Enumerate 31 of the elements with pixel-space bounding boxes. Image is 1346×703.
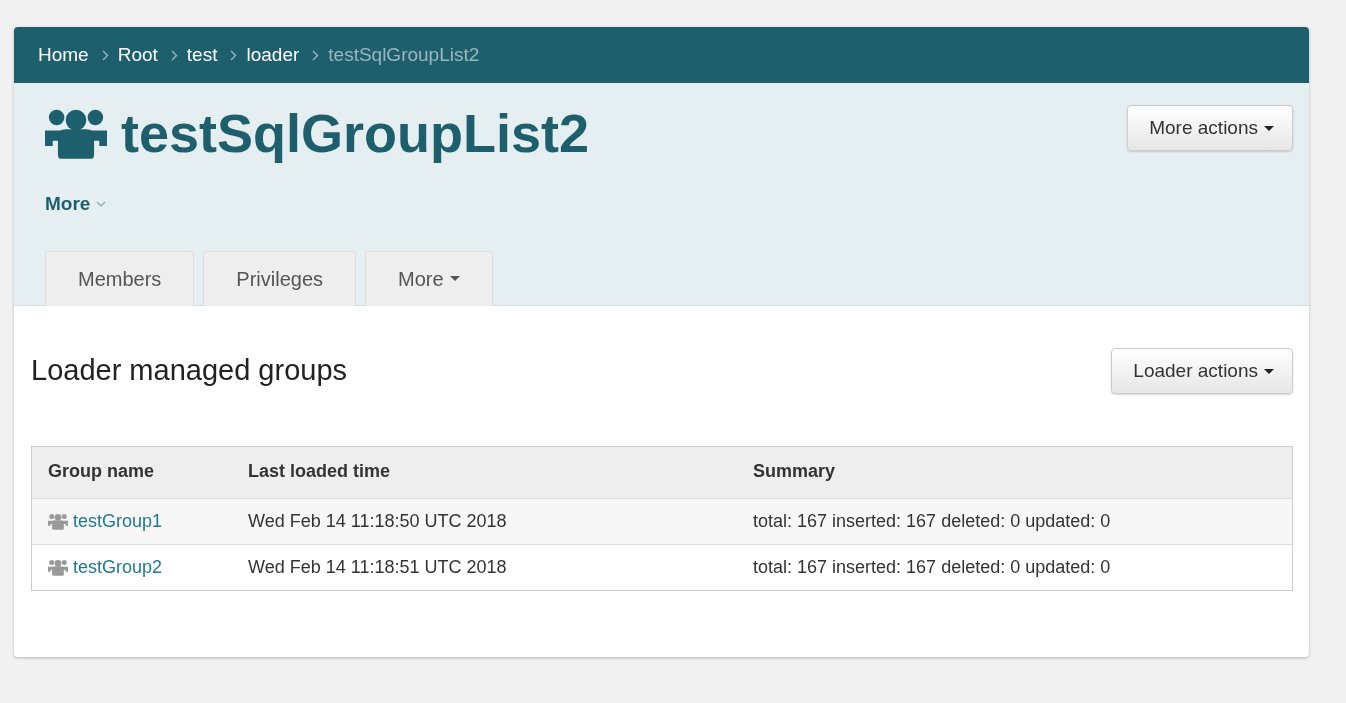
section-title: Loader managed groups [31, 353, 347, 387]
chevron-icon [312, 49, 320, 61]
more-actions-button[interactable]: More actions [1127, 105, 1293, 151]
table-cell: Wed Feb 14 11:18:50 UTC 2018 [248, 511, 507, 531]
chevron-icon [101, 49, 109, 61]
breadcrumb-link[interactable]: test [186, 44, 218, 66]
group-icon [48, 559, 68, 576]
breadcrumb-link[interactable]: Home [38, 44, 89, 66]
chevron-down-icon [96, 201, 107, 207]
table-cell: Wed Feb 14 11:18:51 UTC 2018 [248, 557, 507, 577]
tab[interactable]: More [365, 251, 493, 306]
column-header: Group name [48, 461, 154, 481]
loader-actions-button[interactable]: Loader actions [1111, 348, 1293, 394]
more-link[interactable]: More [45, 193, 107, 215]
breadcrumb-link[interactable]: loader [246, 44, 300, 66]
breadcrumb-current: testSqlGroupList2 [328, 44, 480, 66]
group-icon [45, 107, 107, 159]
group-icon [48, 513, 68, 530]
column-header: Last loaded time [248, 461, 391, 481]
page-title: testSqlGroupList2 [121, 103, 590, 163]
tab[interactable]: Members [45, 251, 195, 306]
caret-icon [1264, 126, 1274, 132]
chevron-icon [230, 49, 238, 61]
group-link[interactable]: testGroup2 [73, 557, 163, 578]
breadcrumb-link[interactable]: Root [117, 44, 158, 66]
caret-icon [1264, 369, 1274, 375]
column-header: Summary [753, 461, 836, 481]
table-cell: total: 167 inserted: 167 deleted: 0 updated: 0 [753, 511, 1111, 531]
table-cell: total: 167 inserted: 167 deleted: 0 updated: 0 [753, 557, 1111, 577]
chevron-icon [170, 49, 178, 61]
tab[interactable]: Privileges [203, 251, 357, 306]
